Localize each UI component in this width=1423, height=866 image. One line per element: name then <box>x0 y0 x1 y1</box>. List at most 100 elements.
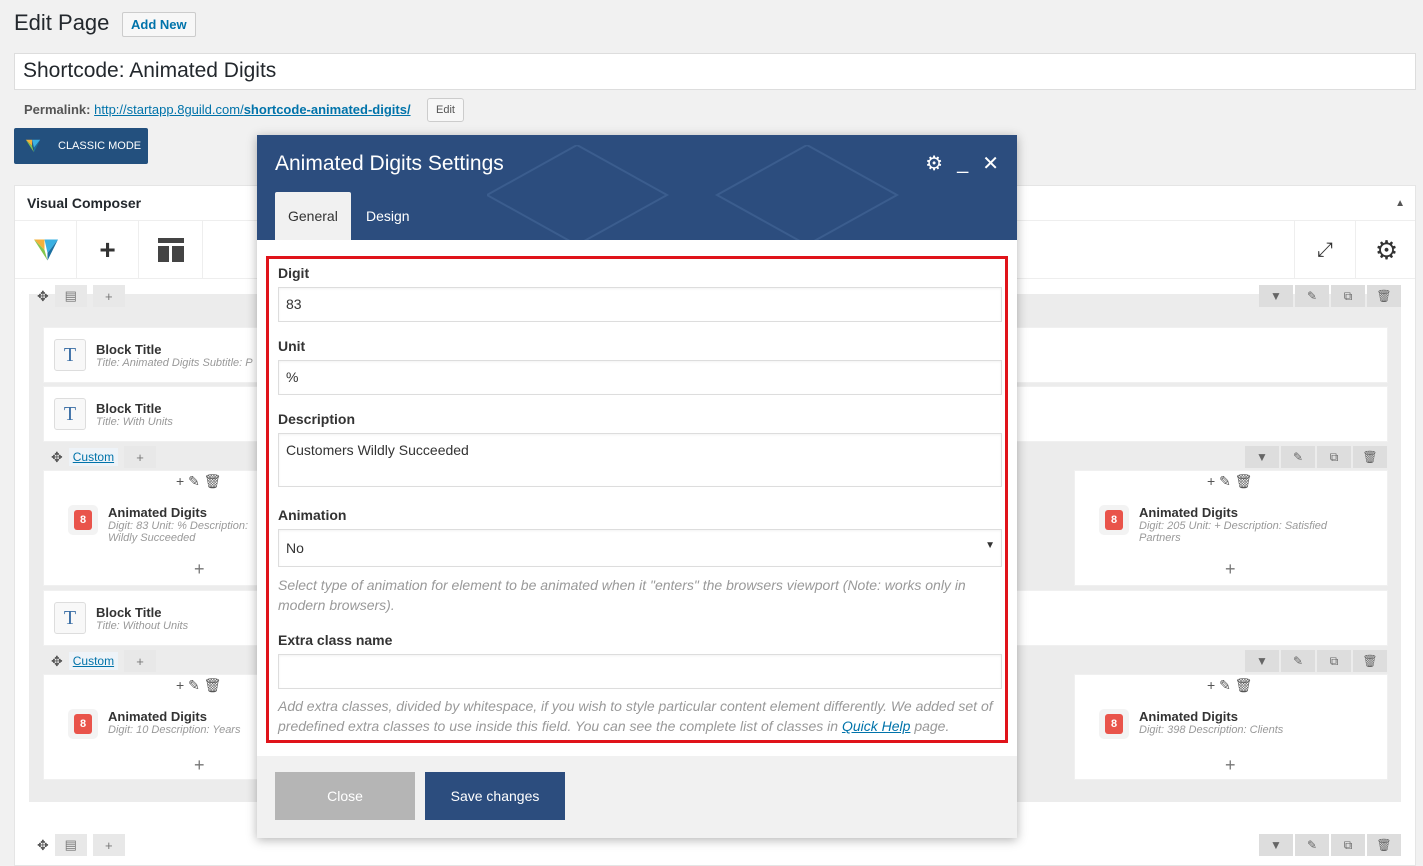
settings-button[interactable]: ⚙ <box>1355 221 1417 279</box>
chevron-down-icon[interactable]: ▼ <box>1245 446 1279 468</box>
quick-help-link[interactable]: Quick Help <box>842 718 910 734</box>
add-new-button[interactable]: Add New <box>122 12 196 37</box>
element-animated-digits-4[interactable]: 8 Animated Digits Digit: 398 Description:… <box>1099 709 1283 739</box>
add-column-icon[interactable]: + <box>124 446 157 468</box>
collapse-arrow-icon[interactable]: ▲ <box>1395 198 1405 209</box>
vc-logo-button[interactable] <box>15 221 77 279</box>
chevron-down-icon[interactable]: ▼ <box>1259 285 1293 307</box>
description-label: Description <box>278 411 356 427</box>
pencil-icon[interactable]: ✎ <box>1295 285 1329 307</box>
extra-class-label: Extra class name <box>278 632 393 648</box>
pencil-icon[interactable]: ✎ <box>1281 650 1315 672</box>
animation-select-value: No <box>286 540 304 556</box>
move-icon[interactable]: ✥ <box>51 449 63 466</box>
highlight-box: Digit 83 Unit % Description Customers Wi… <box>266 256 1008 743</box>
settings-modal: Animated Digits Settings ⚙ _ ✕ General D… <box>257 135 1017 838</box>
permalink: Permalink: http://startapp.8guild.com/sh… <box>24 102 411 117</box>
digit-input[interactable]: 83 <box>278 287 1002 322</box>
element-animated-digits-2[interactable]: 8 Animated Digits Digit: 205 Unit: + Desc… <box>1099 505 1327 544</box>
add-element-plus-icon[interactable]: + <box>194 559 205 580</box>
templates-button[interactable] <box>139 221 203 279</box>
element-desc: Digit: 398 Description: Clients <box>1139 724 1284 736</box>
modal-header: Animated Digits Settings ⚙ _ ✕ General D… <box>257 135 1017 240</box>
pencil-icon[interactable]: ✎ <box>1281 446 1315 468</box>
element-desc: Title: Without Units <box>96 619 189 632</box>
post-title-input[interactable]: Shortcode: Animated Digits <box>14 53 1416 90</box>
trash-icon[interactable]: 🗑 <box>1353 446 1387 468</box>
custom-layout-link[interactable]: Custom <box>68 652 119 670</box>
modal-title: Animated Digits Settings <box>275 152 504 175</box>
save-changes-button[interactable]: Save changes <box>425 772 565 820</box>
element-name: Block Title <box>96 400 162 416</box>
add-element-plus-icon[interactable]: + <box>1225 559 1236 580</box>
row-layout-icon[interactable]: ▤ <box>54 285 87 307</box>
gear-icon[interactable]: ⚙ <box>925 151 943 176</box>
inner-row-action-buttons: ▼ ✎ ⧉ 🗑 <box>1245 446 1387 468</box>
chevron-down-icon[interactable]: ▼ <box>1259 834 1293 856</box>
element-name: Animated Digits <box>108 505 207 520</box>
permalink-label: Permalink: <box>24 102 91 117</box>
calendar-icon: 8 <box>68 505 98 535</box>
move-icon[interactable]: ✥ <box>37 288 49 305</box>
permalink-url[interactable]: http://startapp.8guild.com/shortcode-ani… <box>94 102 410 117</box>
trash-icon[interactable]: 🗑 <box>1353 650 1387 672</box>
element-desc: Digit: 83 Unit: % Description: <box>108 520 248 532</box>
column-controls[interactable]: + ✎ 🗑 <box>176 473 221 490</box>
row-controls: ✥ ▤ + <box>37 285 125 307</box>
tab-design[interactable]: Design <box>353 192 423 240</box>
modal-footer: Close Save changes <box>257 756 1017 838</box>
classic-mode-button[interactable]: CLASSIC MODE <box>14 128 148 164</box>
fullscreen-icon: ⤢ <box>1317 238 1333 261</box>
add-element-button[interactable]: + <box>77 221 139 279</box>
row-layout-icon[interactable]: ▤ <box>54 834 87 856</box>
extra-class-help: Add extra classes, divided by whitespace… <box>278 696 1002 736</box>
add-column-icon[interactable]: + <box>124 650 157 672</box>
row-action-buttons: ▼ ✎ ⧉ 🗑 <box>1259 285 1401 307</box>
unit-input[interactable]: % <box>278 360 1002 395</box>
clone-icon[interactable]: ⧉ <box>1331 285 1365 307</box>
add-element-plus-icon[interactable]: + <box>1225 755 1236 776</box>
title-icon: T <box>54 398 86 430</box>
inner-row-controls: ✥ Custom + <box>51 446 157 468</box>
animation-label: Animation <box>278 507 347 523</box>
fullscreen-button[interactable]: ⤢ <box>1294 221 1356 279</box>
element-name: Block Title <box>96 604 162 620</box>
extra-class-input[interactable] <box>278 654 1002 689</box>
chevron-down-icon[interactable]: ▼ <box>1245 650 1279 672</box>
clone-icon[interactable]: ⧉ <box>1331 834 1365 856</box>
custom-layout-link[interactable]: Custom <box>68 448 119 466</box>
clone-icon[interactable]: ⧉ <box>1317 650 1351 672</box>
close-button[interactable]: Close <box>275 772 415 820</box>
animation-select[interactable]: No ▼ <box>278 529 1002 567</box>
element-animated-digits-1[interactable]: 8 Animated Digits Digit: 83 Unit: % Descr… <box>68 505 248 544</box>
layout-icon <box>157 238 184 262</box>
gear-icon: ⚙ <box>1374 234 1399 265</box>
description-textarea[interactable]: Customers Wildly Succeeded <box>278 433 1002 487</box>
column-controls[interactable]: + ✎ 🗑 <box>1207 677 1252 694</box>
clone-icon[interactable]: ⧉ <box>1317 446 1351 468</box>
inner-row-controls: ✥ Custom + <box>51 650 157 672</box>
add-column-icon[interactable]: + <box>92 834 125 856</box>
move-icon[interactable]: ✥ <box>51 653 63 670</box>
add-element-plus-icon[interactable]: + <box>194 755 205 776</box>
column-4b: + ✎ 🗑 8 Animated Digits Digit: 398 Descri… <box>1074 674 1388 780</box>
tab-general[interactable]: General <box>275 192 351 240</box>
trash-icon[interactable]: 🗑 <box>1367 834 1401 856</box>
column-4: + ✎ 🗑 8 Animated Digits Digit: 205 Unit: … <box>1074 470 1388 586</box>
close-icon[interactable]: ✕ <box>982 151 999 176</box>
title-icon: T <box>54 602 86 634</box>
column-controls[interactable]: + ✎ 🗑 <box>176 677 221 694</box>
chevron-down-icon: ▼ <box>985 540 995 551</box>
trash-icon[interactable]: 🗑 <box>1367 285 1401 307</box>
element-desc: Digit: 10 Description: Years <box>108 724 241 736</box>
move-icon[interactable]: ✥ <box>37 837 49 854</box>
column-controls[interactable]: + ✎ 🗑 <box>1207 473 1252 490</box>
element-animated-digits-3[interactable]: 8 Animated Digits Digit: 10 Description: … <box>68 709 240 739</box>
pencil-icon[interactable]: ✎ <box>1295 834 1329 856</box>
minimize-icon[interactable]: _ <box>957 152 968 175</box>
element-name: Animated Digits <box>1139 505 1238 520</box>
classic-mode-label: CLASSIC MODE <box>58 140 142 152</box>
permalink-edit-button[interactable]: Edit <box>427 98 464 122</box>
title-icon: T <box>54 339 86 371</box>
add-column-icon[interactable]: + <box>92 285 125 307</box>
